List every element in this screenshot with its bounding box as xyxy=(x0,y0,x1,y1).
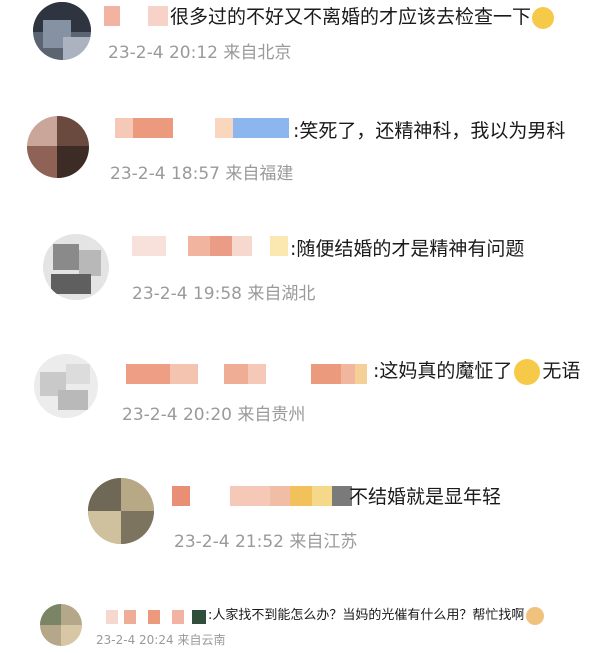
comment-text: :这妈真的魔怔了 无语 xyxy=(373,358,580,385)
username-pixelated[interactable] xyxy=(106,610,206,624)
comment-item: 很多过的不好又不离婚的才应该去检查一下 23-2-4 20:12 来自北京 xyxy=(0,0,614,80)
comment-meta: 23-2-4 20:20 来自贵州 xyxy=(122,405,306,425)
avatar[interactable] xyxy=(33,2,91,60)
avatar[interactable] xyxy=(43,234,109,300)
comment-meta: 23-2-4 20:12 来自北京 xyxy=(108,43,292,63)
comment-meta: 23-2-4 19:58 来自湖北 xyxy=(132,284,316,304)
username-pixelated[interactable] xyxy=(126,364,376,384)
comment-text: 很多过的不好又不离婚的才应该去检查一下 xyxy=(170,4,555,30)
username-pixelated[interactable] xyxy=(132,236,292,256)
doge-emoji-icon xyxy=(526,606,545,625)
comment-text: :人家找不到能怎么办？当妈的光催有什么用？帮忙找啊 xyxy=(208,606,545,626)
comment-meta: 23-2-4 18:57 来自福建 xyxy=(110,164,294,184)
avatar[interactable] xyxy=(40,604,82,646)
comment-item: :随便结婚的才是精神有问题 23-2-4 19:58 来自湖北 xyxy=(0,228,614,318)
avatar[interactable] xyxy=(34,354,98,418)
comment-text: :笑死了，还精神科，我以为男科 xyxy=(293,120,566,142)
laugh-cry-emoji-icon xyxy=(532,6,555,29)
comment-meta: 23-2-4 20:24 来自云南 xyxy=(96,633,226,647)
comment-item: :这妈真的魔怔了 无语 23-2-4 20:20 来自贵州 xyxy=(0,348,614,438)
shrug-emoji-icon xyxy=(514,358,541,385)
username-pixelated[interactable] xyxy=(115,118,295,138)
comment-item: :笑死了，还精神科，我以为男科 23-2-4 18:57 来自福建 xyxy=(0,110,614,200)
comment-text: :随便结婚的才是精神有问题 xyxy=(290,238,525,260)
username-pixelated[interactable] xyxy=(104,6,172,26)
comment-item: 不结婚就是显年轻 23-2-4 21:52 来自江苏 xyxy=(0,472,614,562)
username-pixelated[interactable] xyxy=(172,486,352,506)
comment-meta: 23-2-4 21:52 来自江苏 xyxy=(174,532,358,552)
avatar[interactable] xyxy=(27,116,89,178)
comment-text: 不结婚就是显年轻 xyxy=(349,486,502,508)
avatar[interactable] xyxy=(88,478,154,544)
comment-item: :人家找不到能怎么办？当妈的光催有什么用？帮忙找啊 23-2-4 20:24 来… xyxy=(0,598,614,653)
